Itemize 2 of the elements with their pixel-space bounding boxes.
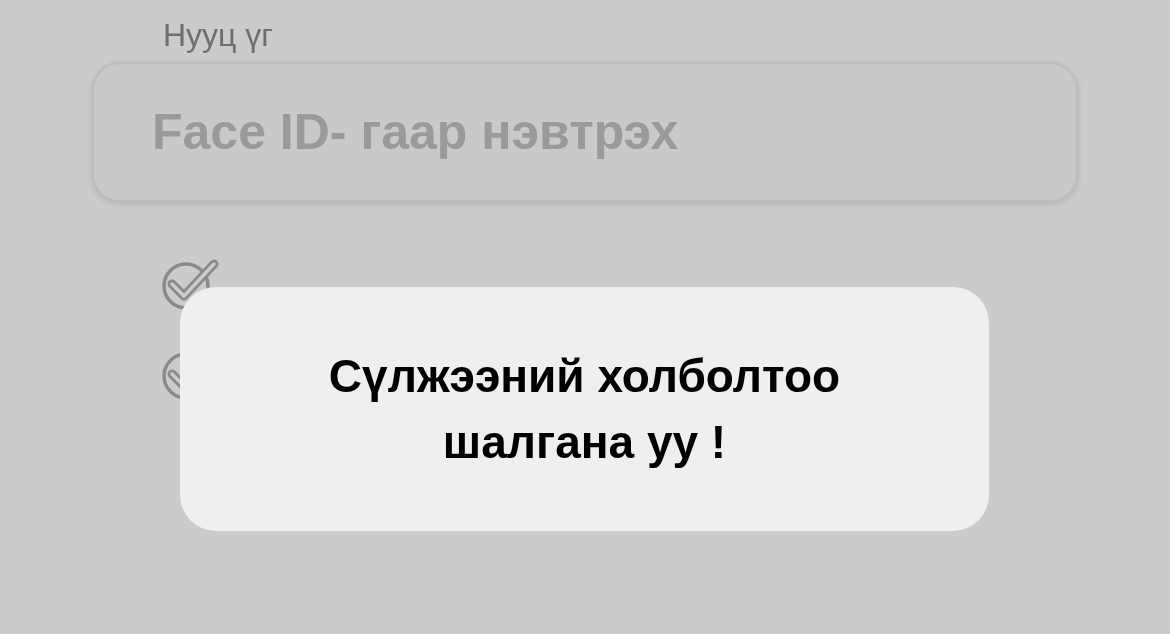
toast-message: Сүлжээний холболтоо шалгана уу ! xyxy=(327,349,842,470)
field-label: Нууц үг xyxy=(163,17,273,53)
